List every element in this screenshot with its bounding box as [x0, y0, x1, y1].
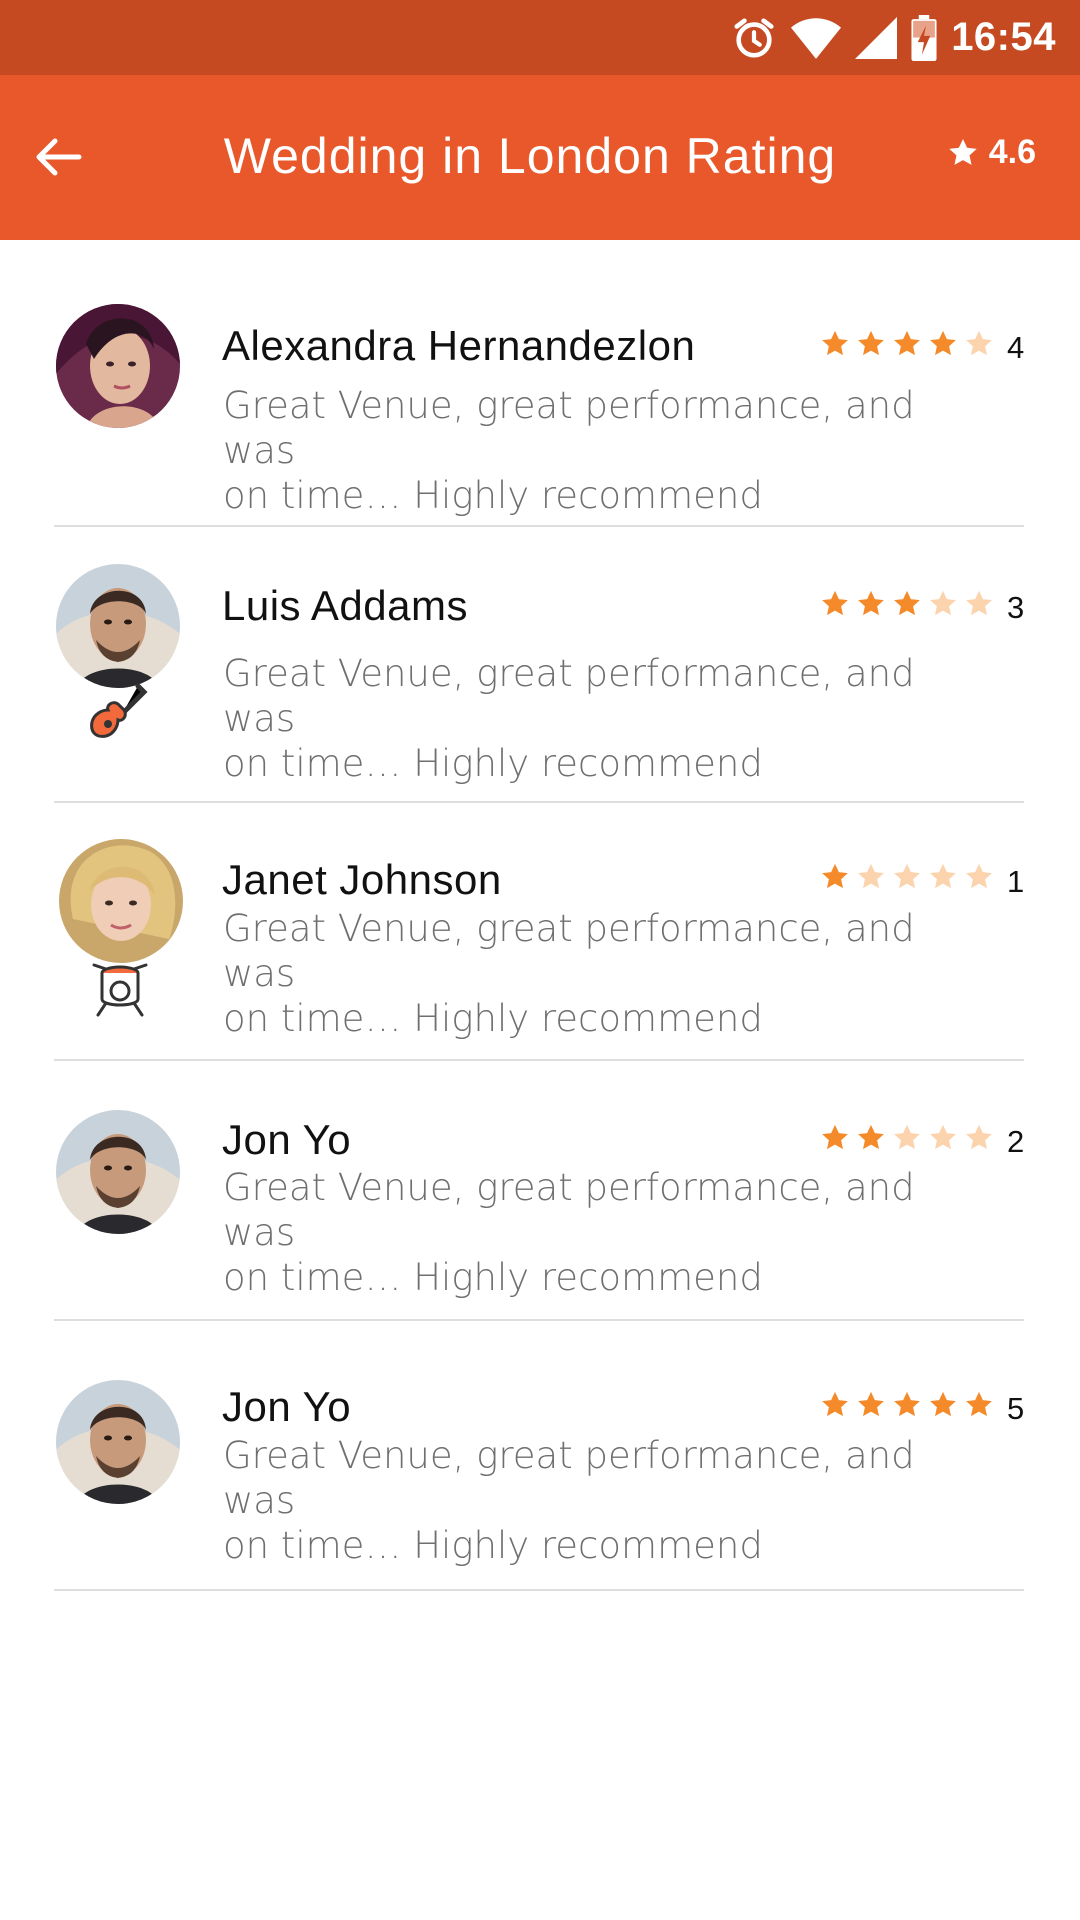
star-filled-icon [894, 590, 920, 616]
review-text-line: on time… Highly recommend [223, 1524, 763, 1567]
review-text-line: Great Venue, great performance, and was [223, 907, 915, 995]
star-filled-icon [822, 863, 848, 889]
drums-icon [92, 963, 148, 1017]
star-empty-icon [930, 863, 956, 889]
star-filled-icon [894, 330, 920, 356]
star-empty-icon [930, 1124, 956, 1150]
star-empty-icon [966, 863, 992, 889]
star-empty-icon [966, 1124, 992, 1150]
star-empty-icon [858, 863, 884, 889]
review-text-line: on time… Highly recommend [223, 474, 763, 517]
star-filled-icon [894, 1391, 920, 1417]
reviewer-name: Alexandra Hernandezlon [222, 322, 696, 369]
reviewer-name: Jon Yo [222, 1383, 352, 1430]
star-rating [820, 589, 994, 619]
rating-score: 1 [1007, 864, 1025, 899]
review-text-line: on time… Highly recommend [223, 742, 763, 785]
list-item[interactable]: Jon Yo 2 Great Venue, great performance,… [0, 1061, 1080, 1321]
review-text-line: on time… Highly recommend [223, 997, 763, 1040]
reviewer-name: Janet Johnson [222, 856, 502, 903]
star-filled-icon [822, 590, 848, 616]
rating-score: 5 [1007, 1391, 1025, 1426]
star-filled-icon [858, 1124, 884, 1150]
star-filled-icon [858, 330, 884, 356]
star-rating [820, 862, 994, 892]
star-empty-icon [966, 330, 992, 356]
star-filled-icon [858, 590, 884, 616]
clock-time: 16:54 [951, 15, 1056, 59]
star-filled-icon [822, 330, 848, 356]
star-filled-icon [822, 1124, 848, 1150]
star-rating [820, 1123, 994, 1153]
arrow-left-icon [36, 138, 82, 176]
star-empty-icon [894, 1124, 920, 1150]
back-button[interactable] [26, 125, 90, 189]
review-text-line: Great Venue, great performance, and was [223, 1166, 915, 1254]
review-text-line: Great Venue, great performance, and was [223, 384, 915, 472]
alarm-icon [734, 17, 774, 58]
review-text-line: Great Venue, great performance, and was [223, 1434, 915, 1522]
avatar [59, 839, 183, 963]
review-text: Great Venue, great performance, and was … [223, 383, 943, 518]
avatar [56, 1110, 180, 1234]
review-text-line: on time… Highly recommend [223, 1256, 763, 1299]
avatar [56, 1380, 180, 1504]
star-rating [820, 329, 994, 359]
rating-score: 2 [1007, 1124, 1025, 1159]
rating-score: 4 [1007, 330, 1025, 365]
app-bar: Wedding in London Rating 4.6 [0, 75, 1080, 240]
reviewer-name: Luis Addams [222, 582, 468, 629]
reviewer-name: Jon Yo [222, 1116, 352, 1163]
wifi-icon [791, 17, 842, 59]
star-empty-icon [930, 590, 956, 616]
page-title: Wedding in London Rating [223, 128, 837, 184]
star-filled-icon [966, 1391, 992, 1417]
list-item[interactable]: Jon Yo 5 Great Venue, great performance,… [0, 1321, 1080, 1591]
signal-icon [855, 16, 898, 59]
star-empty-icon [966, 590, 992, 616]
star-icon [949, 138, 977, 165]
review-text: Great Venue, great performance, and was … [223, 1165, 943, 1300]
overall-rating-value: 4.6 [988, 133, 1036, 171]
list-item[interactable]: Luis Addams 3 Great Venue, great perform… [0, 527, 1080, 803]
star-rating [820, 1390, 994, 1420]
overall-rating: 4.6 [947, 133, 1036, 172]
star-empty-icon [894, 863, 920, 889]
battery-charging-icon [911, 14, 937, 61]
star-filled-icon [930, 330, 956, 356]
review-text: Great Venue, great performance, and was … [223, 651, 943, 786]
star-filled-icon [858, 1391, 884, 1417]
guitar-icon [90, 683, 148, 738]
avatar [56, 304, 180, 428]
star-filled-icon [822, 1391, 848, 1417]
list-item[interactable]: Alexandra Hernandezlon 4 Great Venue, gr… [0, 240, 1080, 527]
list-item[interactable]: Janet Johnson 1 Great Venue, great perfo… [0, 803, 1080, 1061]
divider [54, 1589, 1024, 1591]
avatar [56, 564, 180, 688]
rating-score: 3 [1007, 590, 1025, 625]
star-filled-icon [930, 1391, 956, 1417]
status-bar: 16:54 [0, 0, 1080, 75]
review-text: Great Venue, great performance, and was … [223, 1433, 943, 1568]
review-text-line: Great Venue, great performance, and was [223, 652, 915, 740]
review-text: Great Venue, great performance, and was … [223, 906, 943, 1041]
